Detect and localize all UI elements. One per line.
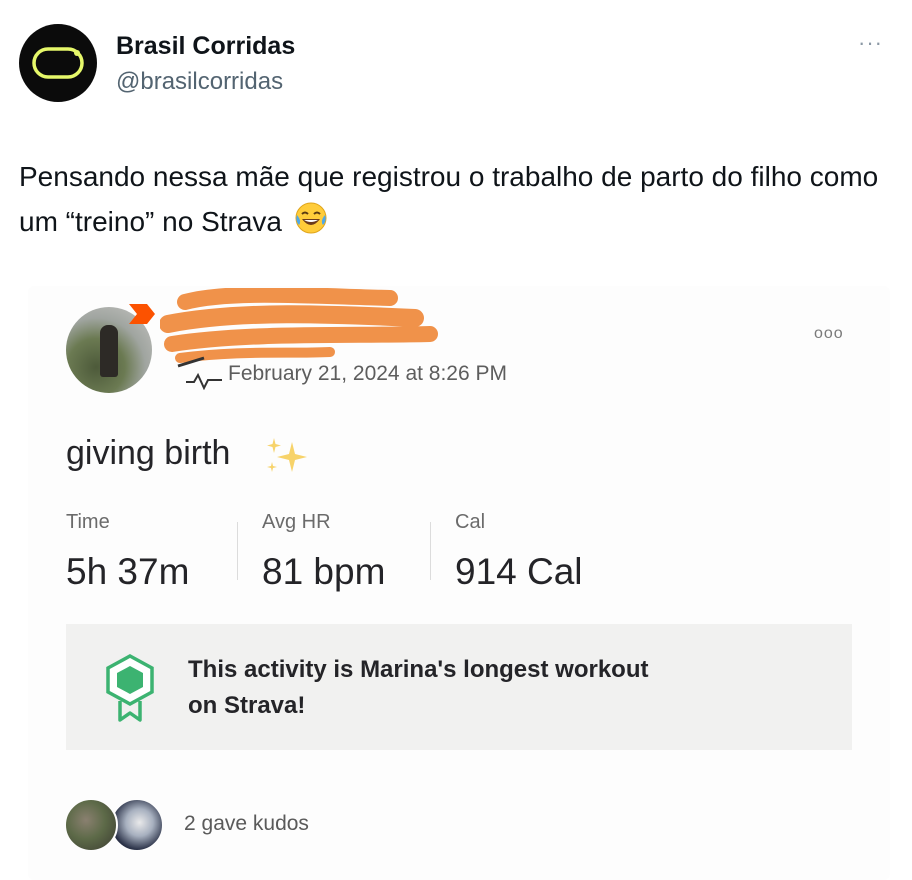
brand-logo-icon <box>32 47 84 79</box>
stat-divider <box>430 522 431 580</box>
achievement-line-2: on Strava! <box>188 692 306 719</box>
stat-label-avg-hr: Avg HR <box>262 511 331 533</box>
activity-title: giving birth <box>66 434 231 472</box>
kudos-avatar <box>64 798 118 852</box>
author-handle[interactable]: @brasilcorridas <box>116 68 283 96</box>
achievement-line-1: This activity is Marina's longest workou… <box>188 656 649 683</box>
tweet-text: Pensando nessa mãe que registrou o traba… <box>19 154 879 248</box>
sparkles-icon <box>267 438 307 472</box>
activity-more-icon[interactable]: ooo <box>814 325 844 343</box>
stat-label-time: Time <box>66 511 110 533</box>
achievement-text: This activity is Marina's longest workou… <box>188 652 768 724</box>
kudos-count[interactable]: 2 gave kudos <box>184 812 309 836</box>
tweet-text-content: Pensando nessa mãe que registrou o traba… <box>19 161 879 237</box>
kudos-avatar <box>110 798 164 852</box>
author-name[interactable]: Brasil Corridas <box>116 32 295 61</box>
author-avatar[interactable] <box>19 24 97 102</box>
activity-date: February 21, 2024 at 8:26 PM <box>228 362 507 385</box>
activity-type-icon <box>186 372 222 390</box>
stat-value-time: 5h 37m <box>66 551 190 592</box>
strava-subscriber-badge-icon <box>129 304 155 324</box>
stat-value-avg-hr: 81 bpm <box>262 551 386 592</box>
stat-label-cal: Cal <box>455 511 486 533</box>
more-options-icon[interactable]: ··· <box>858 30 883 56</box>
achievement-medal-icon <box>106 654 154 722</box>
redacted-name-scribble <box>160 288 438 368</box>
stat-divider <box>237 522 238 580</box>
laughing-crying-emoji-icon <box>294 201 328 248</box>
stat-value-cal: 914 Cal <box>455 551 583 592</box>
